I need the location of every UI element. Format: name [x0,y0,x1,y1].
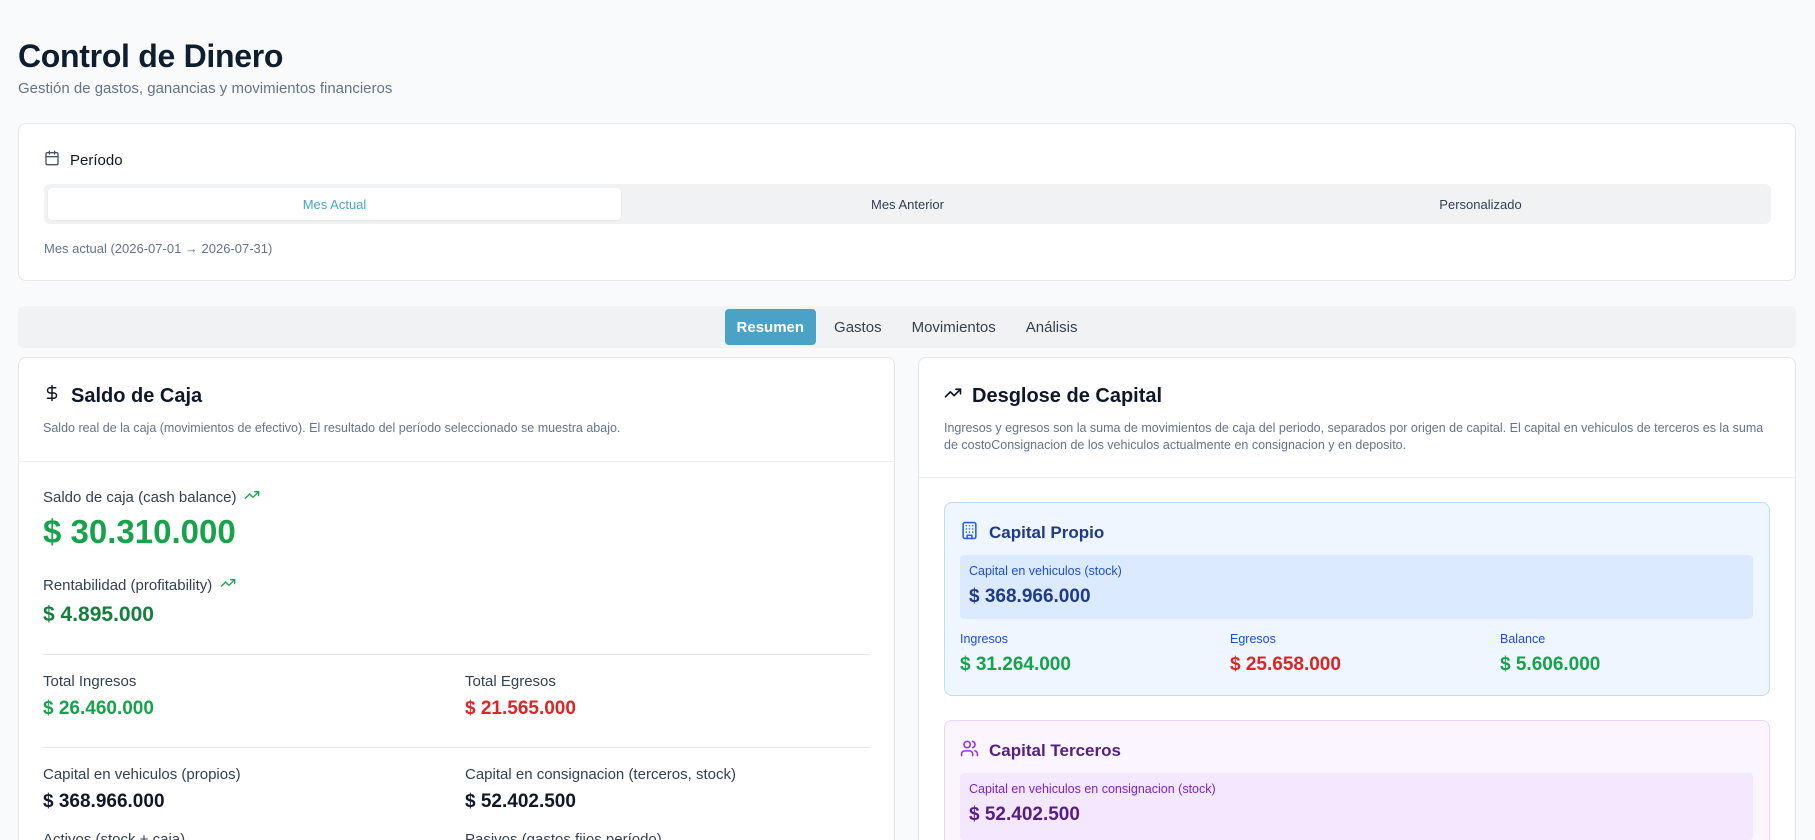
dollar-icon [43,384,61,408]
capital-propio-title: Capital Propio [960,521,1104,545]
saldo-description: Saldo real de la caja (movimientos de ef… [43,421,621,435]
profitability-value: $ 4.895.000 [43,603,154,626]
capital-terceros-stock-value: $ 52.402.500 [969,804,1080,825]
propio-egresos-label: Egresos [1230,632,1276,646]
calendar-icon [44,150,60,170]
capital-terceros-title-text: Capital Terceros [989,741,1121,760]
profitability-label-text: Rentabilidad (profitability) [43,576,213,594]
trending-up-icon [244,487,260,507]
main-tabs: Resumen Gastos Movimientos Análisis [18,306,1796,348]
capital-consignacion-value: $ 52.402.500 [465,791,576,812]
tab-gastos[interactable]: Gastos [822,309,894,345]
tab-mes-actual[interactable]: Mes Actual [48,188,621,220]
capital-propio-stock-value: $ 368.966.000 [969,586,1091,607]
tab-resumen[interactable]: Resumen [724,309,817,345]
tab-movimientos[interactable]: Movimientos [900,309,1008,345]
propio-balance-value: $ 5.606.000 [1500,654,1601,675]
total-egresos-value: $ 21.565.000 [465,698,576,719]
total-egresos-label: Total Egresos [465,673,556,690]
capital-terceros-stock-label: Capital en vehiculos en consignacion (st… [969,782,1216,796]
capital-propio-stock-label: Capital en vehiculos (stock) [969,564,1122,578]
capital-terceros-title: Capital Terceros [960,739,1121,763]
users-icon [960,739,979,763]
profitability-label: Rentabilidad (profitability) [43,575,236,595]
period-tabs: Mes Actual Mes Anterior Personalizado [44,184,1771,224]
capital-description: Ingresos y egresos son la suma de movimi… [944,421,1764,452]
building-icon [960,521,979,545]
pasivos-label: Pasivos (gastos fijos período) [465,831,662,840]
tab-mes-anterior[interactable]: Mes Anterior [621,188,1194,220]
capital-propios-label: Capital en vehiculos (propios) [43,766,241,783]
cash-balance-label: Saldo de caja (cash balance) [43,487,260,507]
period-header: Período [44,150,123,170]
capital-title-text: Desglose de Capital [972,384,1163,407]
propio-ingresos-label: Ingresos [960,632,1008,646]
page-subtitle: Gestión de gastos, ganancias y movimient… [18,80,393,97]
period-label: Período [70,151,123,169]
cash-balance-label-text: Saldo de caja (cash balance) [43,488,237,506]
capital-divider [43,747,870,748]
period-card: Período Mes Actual Mes Anterior Personal… [18,123,1796,281]
capital-header-divider [919,477,1795,478]
propio-egresos-value: $ 25.658.000 [1230,654,1341,675]
tab-personalizado[interactable]: Personalizado [1194,188,1767,220]
trending-up-icon [220,575,236,595]
page-title: Control de Dinero [18,38,284,74]
propio-ingresos-value: $ 31.264.000 [960,654,1071,675]
capital-propios-value: $ 368.966.000 [43,791,165,812]
cash-balance-value: $ 30.310.000 [43,513,236,550]
saldo-title-text: Saldo de Caja [71,384,203,407]
propio-balance-label: Balance [1500,632,1546,646]
total-ingresos-label: Total Ingresos [43,673,137,690]
activos-label: Activos (stock + caja) [43,831,186,840]
capital-consignacion-label: Capital en consignacion (terceros, stock… [465,766,736,783]
period-range-text: Mes actual (2026-07-01 → 2026-07-31) [44,241,273,256]
capital-propio-title-text: Capital Propio [989,523,1105,542]
capital-title: Desglose de Capital [944,384,1162,408]
trending-up-icon [944,384,962,408]
saldo-header-divider [19,461,894,462]
saldo-title: Saldo de Caja [43,384,202,408]
metrics-divider [43,654,870,655]
tab-analisis[interactable]: Análisis [1014,309,1090,345]
total-ingresos-value: $ 26.460.000 [43,698,154,719]
